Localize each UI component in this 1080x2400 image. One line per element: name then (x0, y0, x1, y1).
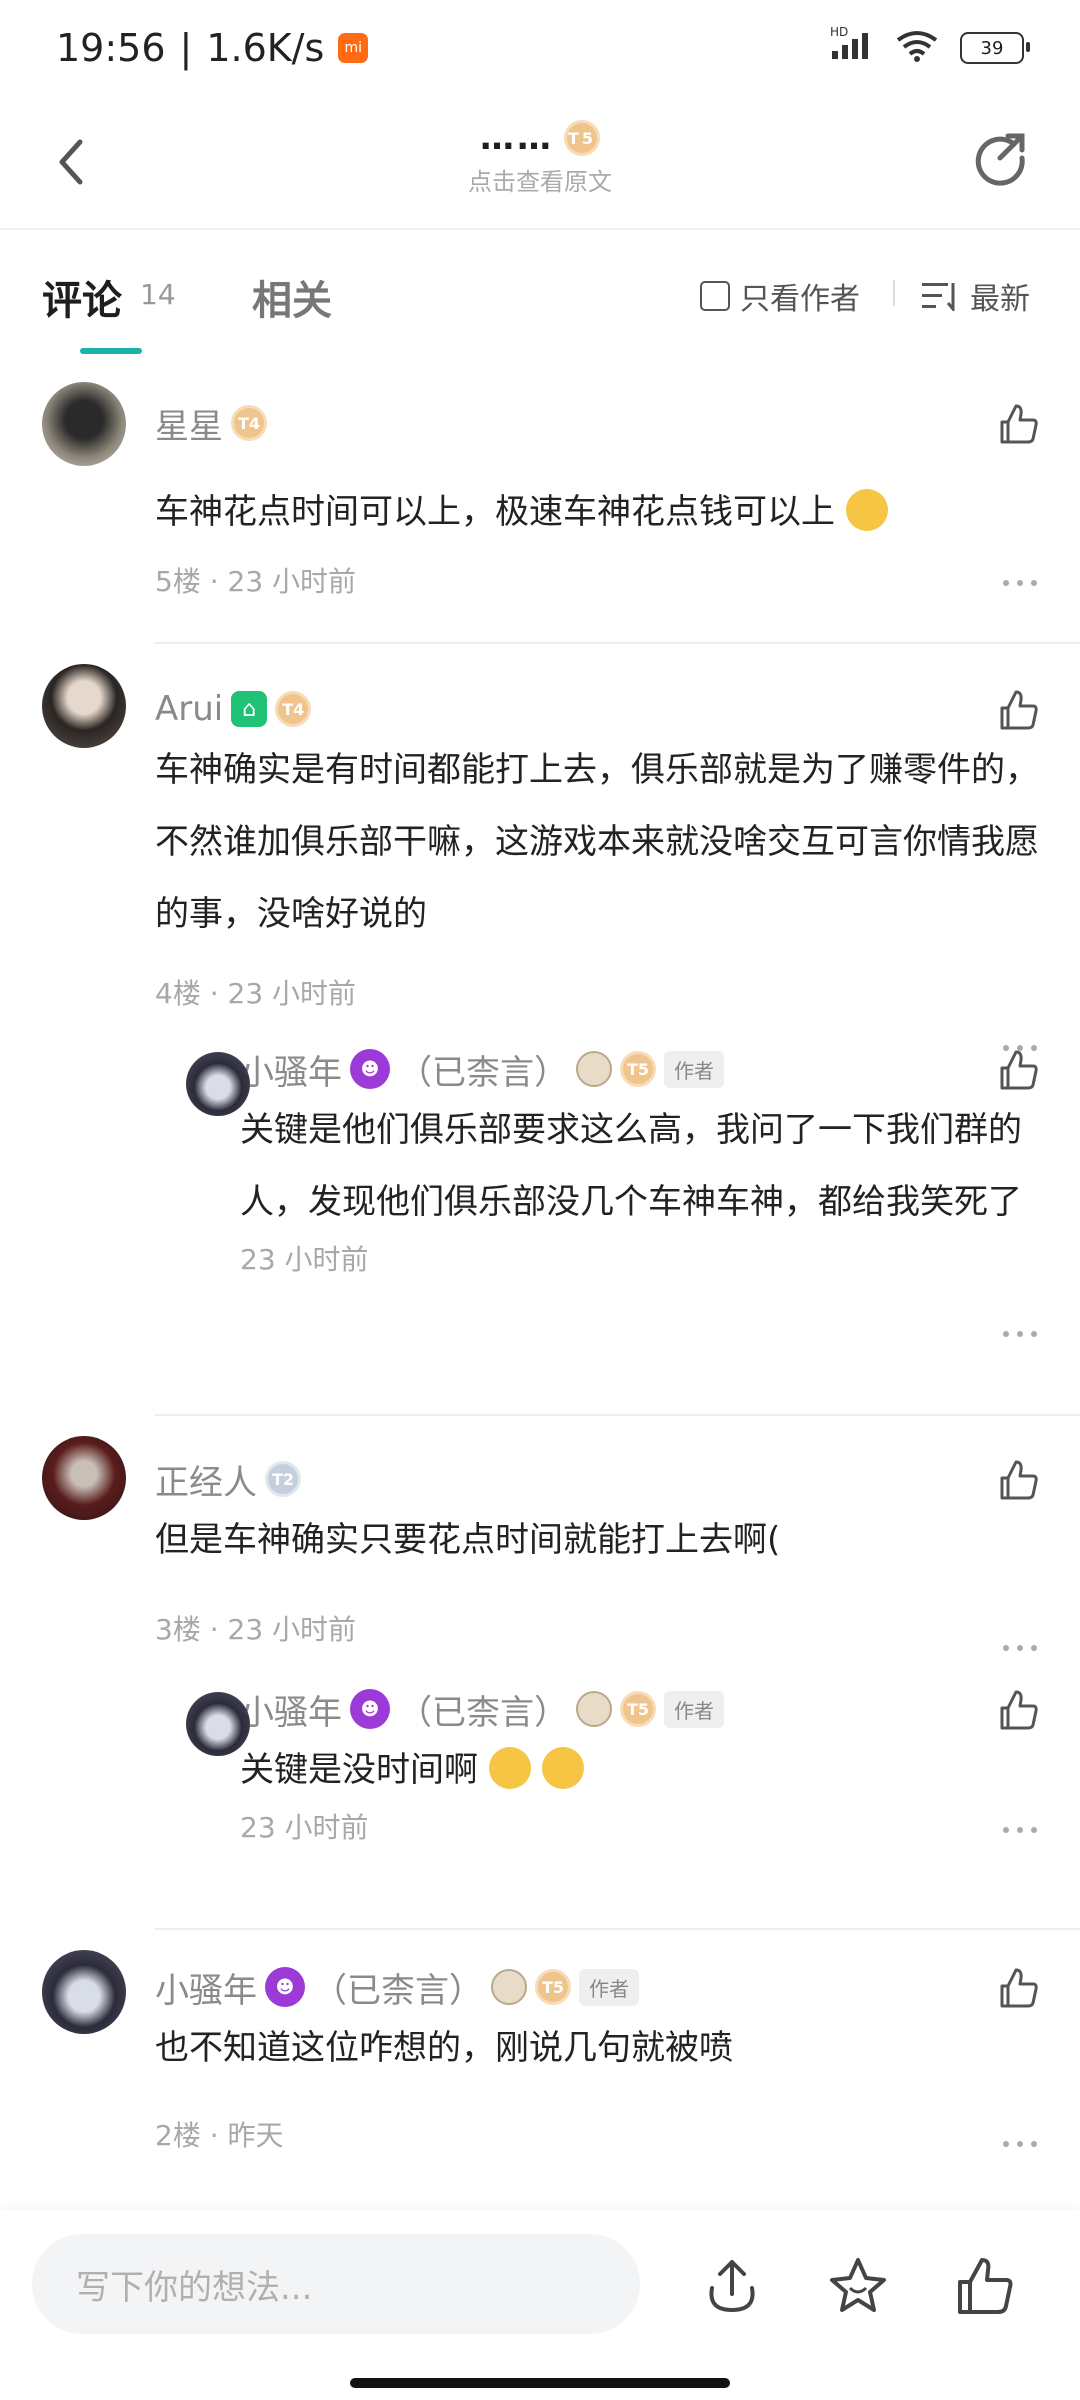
title-bar: …… T5 点击查看原文 (0, 100, 1080, 230)
replier-suffix: （已柰言） (398, 1692, 568, 1733)
medal-icon (576, 1051, 612, 1087)
star-icon[interactable] (826, 2254, 890, 2318)
battery-icon: 39 (960, 32, 1030, 64)
tab-related[interactable]: 相关 (252, 268, 332, 326)
mi-badge-icon: mi (338, 33, 369, 63)
sort-button[interactable]: 最新 (922, 274, 1030, 318)
commenter-name[interactable]: Arui (155, 689, 223, 729)
signal-icon: HD (830, 25, 874, 65)
only-author-checkbox[interactable] (700, 281, 730, 311)
share-upload-icon[interactable] (700, 2254, 764, 2318)
status-bar: 19:56 | 1.6K/s mi HD 39 (0, 0, 1080, 100)
only-author-toggle[interactable]: 只看作者 (700, 274, 860, 318)
author-tag: 作者 (579, 1968, 639, 2006)
reply-item: 小骚年 ☻ （已柰言） T5 作者 关键是他们俱乐部要求这么高，我问了一下我们群… (186, 1044, 1080, 1337)
medal-icon (576, 1691, 612, 1727)
comment-meta: 4楼 · 23 小时前 (155, 977, 357, 1010)
avatar[interactable] (186, 1692, 250, 1756)
devil-emoji-icon: ☻ (265, 1967, 305, 2007)
comment-item: 正经人 T2 但是车神确实只要花点时间就能打上去啊( 3楼 · 23 小时前 小… (42, 1416, 1080, 1930)
post-title[interactable]: …… T5 点击查看原文 (0, 118, 1080, 197)
replier-name[interactable]: 小骚年 (240, 1045, 342, 1094)
like-icon[interactable] (996, 402, 1040, 446)
reply-text: 关键是没时间啊 (240, 1750, 478, 1790)
view-original-hint: 点击查看原文 (468, 168, 612, 196)
avatar[interactable] (42, 664, 126, 748)
like-icon[interactable] (996, 1048, 1040, 1092)
reply-text: 关键是他们俱乐部要求这么高，我问了一下我们群的人，发现他们俱乐部没几个车神车神，… (240, 1110, 1022, 1222)
replier-name[interactable]: 小骚年 (240, 1685, 342, 1734)
avatar[interactable] (186, 1052, 250, 1116)
level-badge: T4 (231, 405, 267, 441)
author-level-badge: T5 (564, 120, 600, 156)
wifi-icon (896, 30, 938, 66)
share-icon[interactable] (970, 128, 1030, 188)
comment-list: 星星 T4 车神花点时间可以上，极速车神花点钱可以上 5楼 · 23 小时前 A… (0, 362, 1080, 2190)
home-indicator (350, 2378, 730, 2388)
like-icon[interactable] (996, 1966, 1040, 2010)
comment-item: 小骚年 ☻ （已柰言） T5 作者 也不知道这位咋想的，刚说几句就被喷 2楼 ·… (42, 1930, 1080, 2190)
tab-comments[interactable]: 评论 (42, 268, 122, 326)
angry-emoji-icon (488, 1746, 531, 1789)
comment-text: 车神确实是有时间都能打上去，俱乐部就是为了赚零件的，不然谁加俱乐部干嘛，这游戏本… (155, 750, 1039, 934)
more-icon[interactable] (1000, 1824, 1040, 1836)
like-icon[interactable] (996, 1688, 1040, 1732)
status-time: 19:56 (56, 26, 166, 70)
reply-meta: 23 小时前 (240, 1811, 369, 1844)
angry-emoji-icon (541, 1746, 584, 1789)
more-icon[interactable] (1000, 1642, 1040, 1654)
avatar[interactable] (42, 1436, 126, 1520)
commenter-suffix: （已柰言） (313, 1970, 483, 2011)
sort-label: 最新 (970, 282, 1030, 317)
commenter-name[interactable]: 小骚年 (155, 1963, 257, 2012)
devil-emoji-icon: ☻ (350, 1689, 390, 1729)
comment-text: 但是车神确实只要花点时间就能打上去啊( (155, 1520, 781, 1560)
comment-input[interactable]: 写下你的想法... (32, 2234, 640, 2334)
level-badge: T5 (620, 1691, 656, 1727)
bottom-bar: 写下你的想法... (0, 2210, 1080, 2400)
author-tag: 作者 (664, 1690, 724, 1728)
more-icon[interactable] (1000, 577, 1040, 589)
post-title-text: …… (480, 118, 554, 158)
level-badge: T5 (535, 1969, 571, 2005)
comment-meta: 3楼 · 23 小时前 (155, 1613, 357, 1646)
divider (893, 280, 895, 306)
like-icon[interactable] (952, 2254, 1016, 2318)
level-badge: T4 (275, 691, 312, 727)
commenter-name[interactable]: 星星 (155, 399, 223, 448)
like-icon[interactable] (996, 688, 1040, 732)
comment-item: 星星 T4 车神花点时间可以上，极速车神花点钱可以上 5楼 · 23 小时前 (42, 362, 1080, 644)
comment-tabs: 评论 14 相关 只看作者 最新 (0, 240, 1080, 358)
commenter-name[interactable]: 正经人 (155, 1455, 257, 1504)
level-badge: T5 (620, 1051, 656, 1087)
comment-meta: 5楼 · 23 小时前 (155, 565, 357, 598)
level-badge: T2 (265, 1461, 301, 1497)
author-tag: 作者 (664, 1050, 724, 1088)
only-author-label: 只看作者 (740, 282, 860, 317)
reply-meta: 23 小时前 (240, 1243, 369, 1276)
avatar[interactable] (42, 1950, 126, 2034)
avatar[interactable] (42, 382, 126, 466)
like-icon[interactable] (996, 1458, 1040, 1502)
battery-level: 39 (980, 37, 1004, 59)
verified-icon: ⌂ (231, 691, 268, 727)
more-icon[interactable] (1000, 2138, 1040, 2150)
comment-item: Arui ⌂ T4 车神确实是有时间都能打上去，俱乐部就是为了赚零件的，不然谁加… (42, 644, 1080, 1416)
sort-icon (922, 283, 955, 311)
comments-count: 14 (140, 278, 176, 311)
comment-meta: 2楼 · 昨天 (155, 2119, 284, 2152)
medal-icon (491, 1969, 527, 2005)
more-icon[interactable] (1000, 1328, 1040, 1340)
replier-suffix: （已柰言） (398, 1052, 568, 1093)
network-speed: 1.6K/s (206, 26, 325, 70)
comment-text: 车神花点时间可以上，极速车神花点钱可以上 (155, 492, 835, 532)
sunglasses-emoji-icon (845, 488, 888, 531)
devil-emoji-icon: ☻ (350, 1049, 390, 1089)
active-tab-indicator (80, 348, 142, 354)
comment-text: 也不知道这位咋想的，刚说几句就被喷 (155, 2028, 733, 2068)
reply-item: 小骚年 ☻ （已柰言） T5 作者 关键是没时间啊 23 小时前 (186, 1684, 1080, 1846)
